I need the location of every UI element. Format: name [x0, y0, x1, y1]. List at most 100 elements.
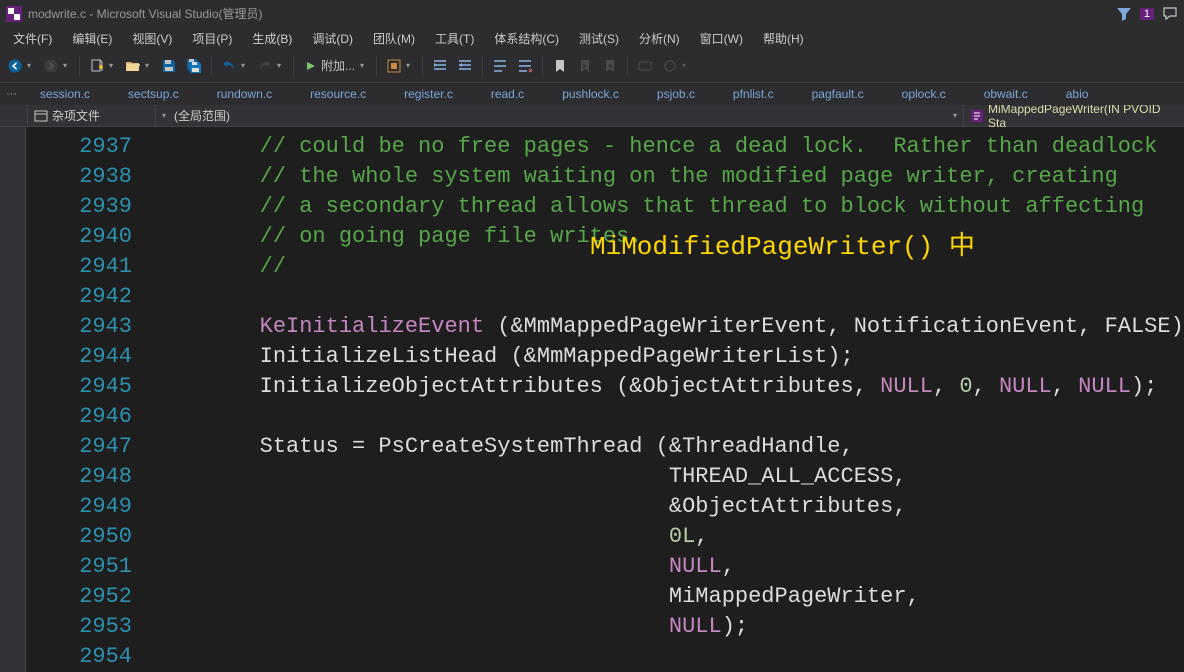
nav-grip[interactable]: [0, 105, 28, 126]
code-line[interactable]: [154, 402, 1184, 432]
file-tab[interactable]: psjob.c: [645, 83, 721, 105]
code-line[interactable]: // the whole system waiting on the modif…: [154, 162, 1184, 192]
code-line[interactable]: MiMappedPageWriter,: [154, 582, 1184, 612]
code-line[interactable]: Status = PsCreateSystemThread (&ThreadHa…: [154, 432, 1184, 462]
nav-function-dropdown[interactable]: MiMappedPageWriter(IN PVOID Sta: [964, 105, 1184, 126]
title-bar: modwrite.c - Microsoft Visual Studio(管理员…: [0, 0, 1184, 27]
line-number: 2950: [26, 522, 132, 552]
code-line[interactable]: // a secondary thread allows that thread…: [154, 192, 1184, 222]
editor: 2937293829392940294129422943294429452946…: [0, 127, 1184, 672]
feedback-icon[interactable]: [1162, 6, 1178, 22]
menu-item[interactable]: 编辑(E): [63, 28, 121, 49]
file-tab[interactable]: pagfault.c: [800, 83, 890, 105]
nav-function-label: MiMappedPageWriter(IN PVOID Sta: [988, 102, 1178, 130]
file-tab[interactable]: session.c: [28, 83, 116, 105]
line-number: 2951: [26, 552, 132, 582]
editor-code-area[interactable]: MiModifiedPageWriter() 中 // could be no …: [154, 127, 1184, 672]
menu-item[interactable]: 帮助(H): [754, 28, 813, 49]
line-number: 2949: [26, 492, 132, 522]
menu-item[interactable]: 测试(S): [570, 28, 628, 49]
menu-item[interactable]: 项目(P): [183, 28, 241, 49]
code-line[interactable]: [154, 642, 1184, 672]
window-title: modwrite.c - Microsoft Visual Studio(管理员…: [28, 5, 263, 22]
nav-scope-label: 杂项文件: [52, 107, 100, 124]
file-tab[interactable]: obwait.c: [972, 83, 1054, 105]
start-attach-button[interactable]: 附加... ▾: [300, 55, 370, 77]
code-line[interactable]: NULL);: [154, 612, 1184, 642]
nav-back-button[interactable]: [4, 55, 26, 77]
indent-icon[interactable]: [429, 55, 451, 77]
chevron-down-icon[interactable]: ▾: [241, 61, 249, 70]
menu-item[interactable]: 调试(D): [303, 28, 362, 49]
code-line[interactable]: InitializeListHead (&MmMappedPageWriterL…: [154, 342, 1184, 372]
chevron-down-icon[interactable]: ▾: [406, 61, 414, 70]
outdent-icon[interactable]: [454, 55, 476, 77]
menu-item[interactable]: 团队(M): [364, 28, 424, 49]
nav-bar: 杂项文件 ▾ (全局范围) ▾ MiMappedPageWriter(IN PV…: [0, 105, 1184, 127]
chevron-down-icon: ▾: [682, 61, 690, 70]
file-tab[interactable]: sectsup.c: [116, 83, 205, 105]
uncomment-icon[interactable]: [514, 55, 536, 77]
menu-item[interactable]: 体系结构(C): [485, 28, 568, 49]
open-file-button[interactable]: [122, 55, 144, 77]
file-tab[interactable]: read.c: [479, 83, 550, 105]
nav-scope-dropdown[interactable]: 杂项文件: [28, 105, 156, 126]
chevron-down-icon: ▾: [953, 111, 957, 120]
code-line[interactable]: NULL,: [154, 552, 1184, 582]
annotation-overlay: MiModifiedPageWriter() 中: [590, 225, 975, 262]
line-number: 2941: [26, 252, 132, 282]
menu-item[interactable]: 文件(F): [4, 28, 61, 49]
comment-icon[interactable]: [489, 55, 511, 77]
file-tab[interactable]: resource.c: [298, 83, 392, 105]
code-line[interactable]: &ObjectAttributes,: [154, 492, 1184, 522]
chevron-down-icon[interactable]: ▾: [277, 61, 285, 70]
undo-button[interactable]: [218, 55, 240, 77]
redo-button: [254, 55, 276, 77]
notification-badge[interactable]: 1: [1140, 8, 1154, 20]
vs-logo-icon: [6, 6, 22, 22]
menu-item[interactable]: 工具(T): [426, 28, 483, 49]
file-tab[interactable]: pfnlist.c: [721, 83, 800, 105]
file-tab[interactable]: register.c: [392, 83, 479, 105]
menu-item[interactable]: 生成(B): [243, 28, 301, 49]
save-button[interactable]: [158, 55, 180, 77]
line-number: 2938: [26, 162, 132, 192]
line-number: 2952: [26, 582, 132, 612]
menu-item[interactable]: 视图(V): [123, 28, 181, 49]
file-tab[interactable]: abio: [1054, 83, 1115, 105]
code-line[interactable]: KeInitializeEvent (&MmMappedPageWriterEv…: [154, 312, 1184, 342]
line-number: 2947: [26, 432, 132, 462]
nav-middle-dropdown[interactable]: ▾ (全局范围) ▾: [156, 105, 964, 126]
function-icon: [970, 109, 984, 123]
line-number: 2946: [26, 402, 132, 432]
new-file-button[interactable]: [86, 55, 108, 77]
chevron-down-icon[interactable]: ▾: [145, 61, 153, 70]
misc-icon: [659, 55, 681, 77]
code-line[interactable]: THREAD_ALL_ACCESS,: [154, 462, 1184, 492]
file-tab-strip: ⋮ session.csectsup.crundown.cresource.cr…: [0, 83, 1184, 105]
attach-label: 附加...: [321, 57, 355, 74]
chevron-down-icon[interactable]: ▾: [109, 61, 117, 70]
line-number: 2954: [26, 642, 132, 672]
bookmark-icon[interactable]: [549, 55, 571, 77]
file-tab[interactable]: pushlock.c: [550, 83, 645, 105]
file-tab[interactable]: oplock.c: [890, 83, 972, 105]
filter-icon[interactable]: [1116, 6, 1132, 22]
code-line[interactable]: 0L,: [154, 522, 1184, 552]
save-all-button[interactable]: [183, 55, 205, 77]
side-grip-icon[interactable]: ⋮: [0, 83, 22, 105]
toolbar-separator: [627, 56, 628, 76]
code-line[interactable]: // could be no free pages - hence a dead…: [154, 132, 1184, 162]
code-line[interactable]: InitializeObjectAttributes (&ObjectAttri…: [154, 372, 1184, 402]
editor-left-trough: [0, 127, 26, 672]
code-line[interactable]: [154, 282, 1184, 312]
chevron-down-icon[interactable]: ▾: [27, 61, 35, 70]
nav-forward-button: [40, 55, 62, 77]
tool-icon[interactable]: [383, 55, 405, 77]
chevron-down-icon[interactable]: ▾: [63, 61, 71, 70]
line-number: 2945: [26, 372, 132, 402]
menu-item[interactable]: 窗口(W): [691, 28, 752, 49]
toolbar-separator: [293, 56, 294, 76]
file-tab[interactable]: rundown.c: [205, 83, 298, 105]
menu-item[interactable]: 分析(N): [630, 28, 689, 49]
